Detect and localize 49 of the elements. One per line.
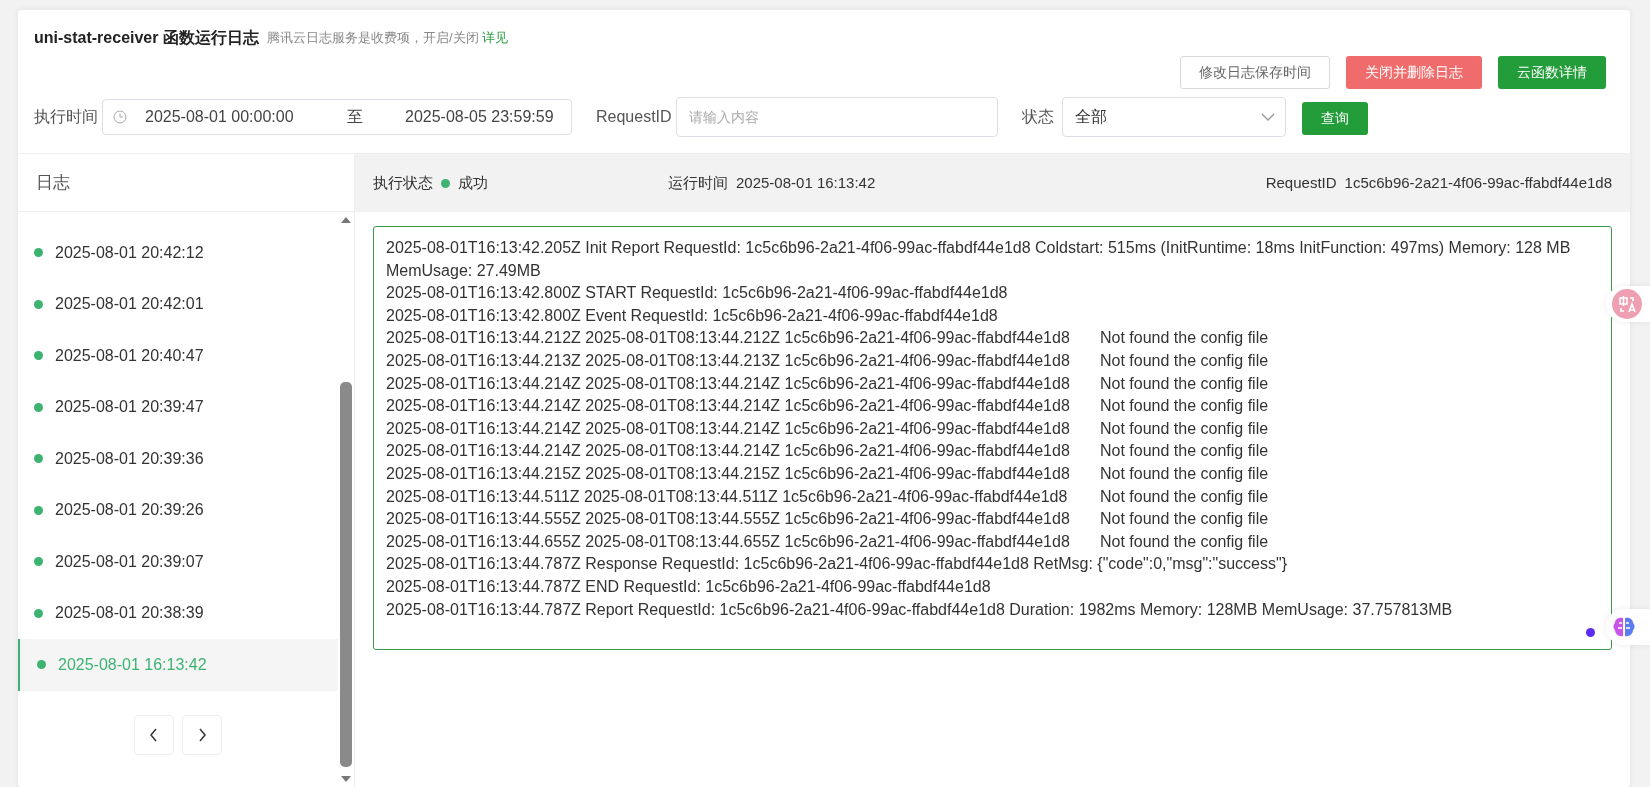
log-list-item[interactable]: 2025-08-01 20:40:47: [18, 330, 338, 382]
time-label: 执行时间: [34, 107, 98, 127]
log-list-item[interactable]: 2025-08-01 20:38:39: [18, 587, 338, 639]
status-dropdown[interactable]: 全部: [1061, 97, 1286, 137]
execution-status-value: 成功: [458, 172, 488, 193]
page-title: uni-stat-receiver 函数运行日志: [34, 28, 259, 48]
runtime-label: 运行时间: [668, 172, 728, 193]
brain-icon: [1612, 616, 1636, 638]
log-list-item[interactable]: 2025-08-01 20:39:36: [18, 433, 338, 485]
log-output: 2025-08-01T16:13:42.205Z Init Report RequestId: 1c5c6b96-2a21-4f06-99ac-ffabdf44e1d8 Coldstart: 515ms (InitRuntime: 18ms InitFunction: 497ms) Memory: 128 MB MemUsage: 27.49MB 2025-08-01T16:13:42.800Z START RequestId: 1c5c6b96-2a21-4f06-99ac-ffabdf44e1d8 2025-08-01T16:13:42.800Z Event RequestId: 1c5c6b96-2a21-4f06-99ac-ffabdf44e1d8 2025-08-01T16:13:44.212Z 2025-08-01T08:13:44.212Z 1c5c6b96-2a21-4f06-99ac-ffabdf44e1d8 Not found the config file 2025-08-01T16:13:44.213Z 2025-08-01T08:13:44.213Z 1c5c6b96-2a21-4f06-99ac-ffabdf44e1d8 Not found the config file 2025-08-01T16:13:44.214Z 2025-08-01T08:13:44.214Z 1c5c6b96-2a21-4f06-99ac-ffabdf44e1d8 Not found the config file 2025-08-01T16:13:44.214Z 2025-08-01T08:13:44.214Z 1c5c6b96-2a21-4f06-99ac-ffabdf44e1d8 Not found the config file 2025-08-01T16:13:44.214Z 2025-08-01T08:13:44.214Z 1c5c6b96-2a21-4f06-99ac-ffabdf44e1d8 Not found the config file 2025-08-01T16:13:44.214Z 2025-08-01T08:13:44.214Z 1c5c6b96-2a21-4f06-99ac-ffabdf44e1d8 Not found the config file 2025-08-01T16:13:44.215Z 2025-08-01T08:13:44.215Z 1c5c6b96-2a21-4f06-99ac-ffabdf44e1d8 Not found the config file 2025-08-01T16:13:44.511Z 2025-08-01T08:13:44.511Z 1c5c6b96-2a21-4f06-99ac-ffabdf44e1d8 Not found the config file 2025-08-01T16:13:44.555Z 2025-08-01T08:13:44.555Z 1c5c6b96-2a21-4f06-99ac-ffabdf44e1d8 Not found the config file 2025-08-01T16:13:44.655Z 2025-08-01T08:13:44.655Z 1c5c6b96-2a21-4f06-99ac-ffabdf44e1d8 Not found the config file 2025-08-01T16:13:44.787Z Response RequestId: 1c5c6b96-2a21-4f06-99ac-ffabdf44e1d8 RetMsg: {"code":0,"msg":"success"} 2025-08-01T16:13:44.787Z END RequestId: 1c5c6b96-2a21-4f06-99ac-ffabdf44e1d8 2025-08-01T16:13:44.787Z Report RequestId: 1c5c6b96-2a21-4f06-99ac-ffabdf44e1d8 Duration: 1982ms Memory: 128MB MemUsage: 37.757813MB: [373, 226, 1612, 651]
status-dot: [34, 505, 43, 515]
status-dot: [441, 178, 450, 188]
details-link[interactable]: 详见: [482, 30, 509, 46]
action-button[interactable]: 修改日志保存时间: [1180, 56, 1330, 89]
date-range-field[interactable]: 2025-08-01 00:00:00 至 2025-08-05 23:59:59: [102, 99, 572, 135]
log-list-item[interactable]: 2025-08-01 20:39:26: [18, 484, 338, 536]
log-list-item[interactable]: 2025-08-01 20:42:12: [18, 227, 338, 279]
log-list-item[interactable]: 2025-08-01 20:42:01: [18, 278, 338, 330]
status-dot: [34, 557, 43, 567]
log-list-item[interactable]: 2025-08-01 20:39:07: [18, 536, 338, 588]
clock-icon: [113, 110, 127, 124]
request-id-label: RequestID: [1265, 172, 1337, 193]
scroll-down-arrow-icon[interactable]: [340, 775, 352, 783]
chevron-right-icon: [197, 727, 207, 742]
request-id-value: 1c5c6b96-2a21-4f06-99ac-ffabdf44e1d8: [1344, 172, 1612, 193]
status-dot: [34, 351, 43, 361]
chevron-left-icon: [149, 727, 159, 742]
panel-title: 日志: [18, 154, 354, 212]
status-dot: [37, 660, 46, 670]
request-id-field[interactable]: 请输入内容: [675, 97, 998, 137]
status-dot: [34, 608, 43, 618]
runtime-value: 2025-08-01 16:13:42: [736, 172, 876, 193]
action-button[interactable]: 云函数详情: [1498, 56, 1606, 89]
log-list-item[interactable]: 2025-08-01 20:39:47: [18, 381, 338, 433]
execution-status-label: 执行状态: [373, 172, 433, 193]
chevron-down-icon: [1260, 113, 1275, 121]
status-dot: [34, 402, 43, 412]
indicator-dot: [1586, 628, 1595, 638]
assistant-button[interactable]: [1606, 609, 1650, 645]
status-label: 状态: [1021, 107, 1054, 127]
translate-icon: [1612, 289, 1642, 319]
query-button[interactable]: 查询: [1301, 101, 1368, 135]
scroll-up-arrow-icon[interactable]: [340, 216, 352, 224]
status-dot: [34, 299, 43, 309]
status-dot: [34, 454, 43, 464]
status-dot: [34, 248, 43, 258]
translate-button[interactable]: [1606, 286, 1650, 322]
billing-note: 腾讯云日志服务是收费项，开启/关闭 详见: [266, 29, 509, 48]
request-id-label: RequestID: [596, 107, 672, 127]
